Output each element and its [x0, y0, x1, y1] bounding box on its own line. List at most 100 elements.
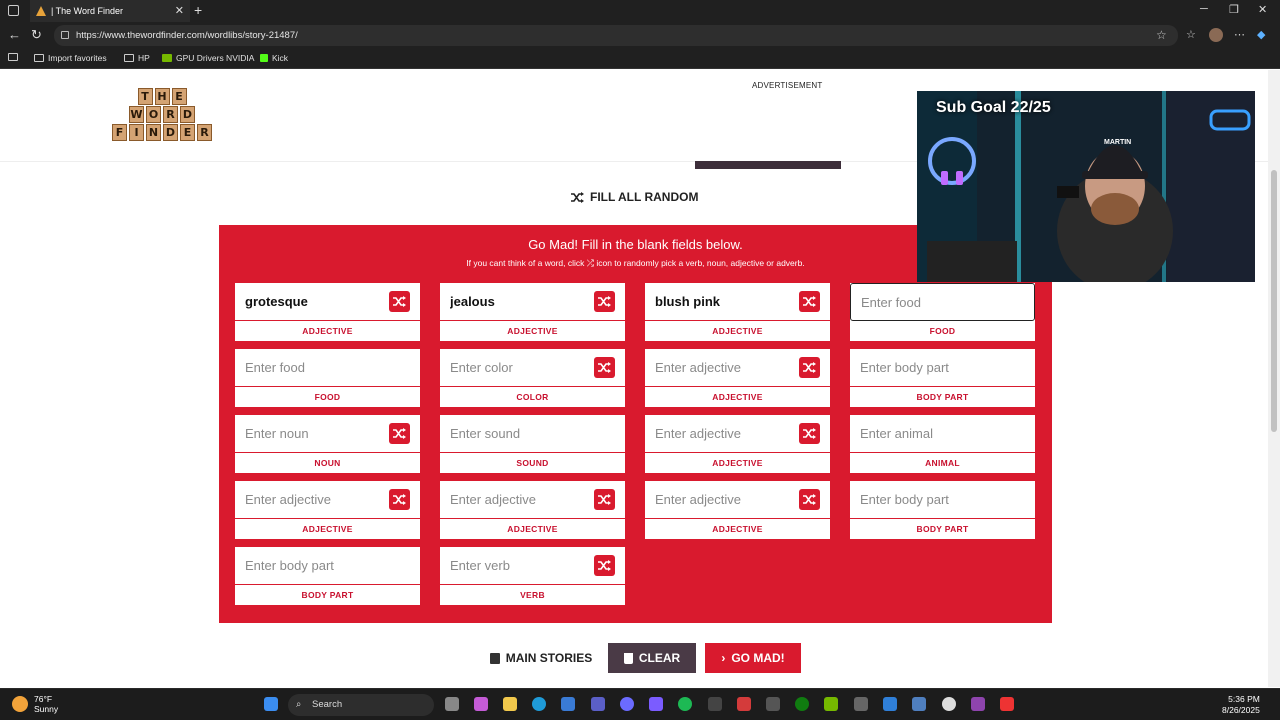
app-icon-8[interactable]: [971, 697, 985, 711]
app-icon-7[interactable]: [883, 697, 897, 711]
more-menu-icon[interactable]: ⋯: [1234, 28, 1245, 41]
random-word-button[interactable]: [594, 555, 615, 576]
main-stories-button[interactable]: MAIN STORIES: [483, 643, 599, 673]
close-window-icon[interactable]: ✕: [1258, 3, 1267, 16]
random-word-button[interactable]: [799, 291, 820, 312]
app-icon-4[interactable]: [737, 697, 751, 711]
steam-icon[interactable]: [942, 697, 956, 711]
word-field-body-part: BODY PART: [850, 481, 1035, 539]
app-icon-9[interactable]: [1000, 697, 1014, 711]
shuffle-icon: [393, 494, 406, 505]
random-word-button[interactable]: [389, 489, 410, 510]
word-type-label: ADJECTIVE: [302, 524, 353, 534]
back-icon[interactable]: ←: [8, 27, 21, 42]
logo-tile: O: [146, 106, 161, 123]
sun-icon: [12, 696, 28, 712]
bookmark-gpu-drivers[interactable]: GPU Drivers NVIDIA: [162, 53, 254, 63]
shuffle-icon: [803, 494, 816, 505]
xbox-icon[interactable]: [795, 697, 809, 711]
refresh-icon[interactable]: ↻: [31, 27, 42, 43]
shuffle-icon: [803, 362, 816, 373]
random-word-button[interactable]: [594, 357, 615, 378]
random-word-button[interactable]: [594, 489, 615, 510]
word-type-label: SOUND: [516, 458, 549, 468]
app-icon-6[interactable]: [854, 697, 868, 711]
address-bar[interactable]: https://www.thewordfinder.com/wordlibs/s…: [54, 25, 1178, 46]
advertisement-banner[interactable]: [695, 161, 841, 169]
logo-tile: R: [197, 124, 212, 141]
word-field-food: FOOD: [850, 283, 1035, 341]
bookmark-import-favorites[interactable]: Import favorites: [34, 53, 107, 63]
scrollbar-thumb[interactable]: [1271, 170, 1277, 432]
close-tab-icon[interactable]: ✕: [175, 4, 184, 17]
word-type-label: BODY PART: [916, 524, 969, 534]
webcam-overlay: Sub Goal 22/25 MARTIN: [917, 91, 1255, 282]
word-field-adjective: ADJECTIVE: [645, 283, 830, 341]
bookmark-kick[interactable]: Kick: [260, 53, 288, 63]
app-icon[interactable]: [591, 697, 605, 711]
word-type-label: ADJECTIVE: [507, 524, 558, 534]
logo-tile: I: [129, 124, 144, 141]
app-icon-2[interactable]: [620, 697, 634, 711]
address-bar-row: ← ↻ https://www.thewordfinder.com/wordli…: [0, 22, 1280, 49]
sound-input[interactable]: [440, 415, 625, 453]
settings-icon[interactable]: [912, 697, 926, 711]
store-icon[interactable]: [561, 697, 575, 711]
taskbar-clock[interactable]: 5:36 PM 8/26/2025: [1222, 694, 1260, 716]
bookmark-hp[interactable]: HP: [124, 53, 150, 63]
spotify-icon[interactable]: [678, 697, 692, 711]
copilot-icon[interactable]: ◆: [1257, 28, 1265, 41]
go-mad-button[interactable]: › GO MAD!: [705, 643, 801, 673]
weather-widget[interactable]: 76°F Sunny: [12, 694, 58, 714]
site-favicon-icon: [36, 6, 46, 16]
food-input[interactable]: [235, 349, 420, 387]
minimize-icon[interactable]: ─: [1200, 3, 1208, 15]
random-word-button[interactable]: [389, 423, 410, 444]
task-view-icon[interactable]: [445, 697, 459, 711]
shuffle-icon: [598, 560, 611, 571]
random-word-button[interactable]: [799, 489, 820, 510]
copilot-app-icon[interactable]: [474, 697, 488, 711]
word-field-body-part: BODY PART: [850, 349, 1035, 407]
edge-icon[interactable]: [532, 697, 546, 711]
maximize-icon[interactable]: ❐: [1229, 3, 1239, 16]
site-logo[interactable]: THEWORDFINDER: [107, 88, 217, 144]
shuffle-icon: [598, 296, 611, 307]
random-word-button[interactable]: [389, 291, 410, 312]
random-word-button[interactable]: [594, 291, 615, 312]
browser-tab[interactable]: | The Word Finder ✕: [30, 0, 190, 22]
shuffle-icon: [393, 428, 406, 439]
reading-icon[interactable]: [8, 53, 22, 61]
madlib-form-panel: Go Mad! Fill in the blank fields below. …: [219, 225, 1052, 623]
body-part-input[interactable]: [235, 547, 420, 585]
fill-all-random-button[interactable]: FILL ALL RANDOM: [571, 190, 698, 204]
body-part-input[interactable]: [850, 349, 1035, 387]
profile-avatar[interactable]: [1209, 28, 1223, 42]
favorites-icon[interactable]: ☆: [1186, 28, 1196, 41]
nvidia-app-icon[interactable]: [824, 697, 838, 711]
random-word-button[interactable]: [799, 423, 820, 444]
app-icon-5[interactable]: [766, 697, 780, 711]
folder-icon: [124, 54, 134, 62]
taskbar-search[interactable]: ⌕ Search: [288, 694, 434, 716]
file-explorer-icon[interactable]: [503, 697, 517, 711]
chevron-right-icon: ›: [721, 651, 726, 665]
start-icon[interactable]: [264, 697, 278, 711]
nvidia-icon: [162, 54, 172, 62]
clear-button[interactable]: CLEAR: [608, 643, 696, 673]
word-field-color: COLOR: [440, 349, 625, 407]
tab-actions-icon[interactable]: [8, 5, 19, 16]
word-field-body-part: BODY PART: [235, 547, 420, 605]
word-field-adjective: ADJECTIVE: [440, 481, 625, 539]
sub-goal-text: Sub Goal 22/25: [936, 99, 1051, 116]
random-word-button[interactable]: [799, 357, 820, 378]
app-icon-3[interactable]: [708, 697, 722, 711]
discord-icon[interactable]: [649, 697, 663, 711]
new-tab-icon[interactable]: +: [194, 2, 202, 18]
animal-input[interactable]: [850, 415, 1035, 453]
favorite-star-icon[interactable]: ☆: [1156, 28, 1167, 42]
body-part-input[interactable]: [850, 481, 1035, 519]
word-type-label: BODY PART: [916, 392, 969, 402]
food-input[interactable]: [850, 283, 1035, 321]
page-scrollbar[interactable]: [1268, 70, 1280, 687]
